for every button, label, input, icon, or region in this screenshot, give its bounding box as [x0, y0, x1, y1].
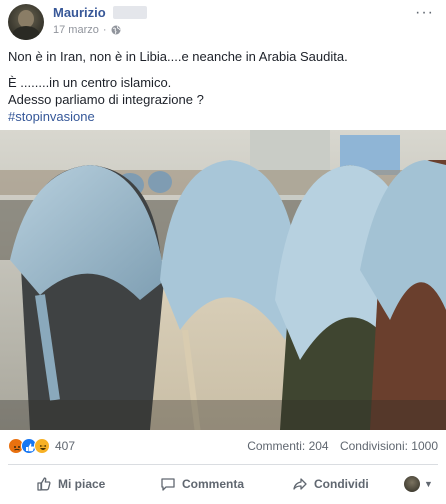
hashtag-link[interactable]: #stopinvasione: [8, 108, 438, 125]
post-date[interactable]: 17 marzo: [53, 24, 99, 36]
engagement-stats: Commenti: 204 Condivisioni: 1000: [247, 439, 438, 453]
post-header: Maurizio 17 marzo · ···: [0, 0, 446, 40]
author-name[interactable]: Maurizio: [53, 5, 106, 20]
post-meta: 17 marzo ·: [53, 24, 121, 36]
comments-count[interactable]: Commenti: 204: [247, 439, 328, 453]
author-avatar[interactable]: [8, 4, 44, 40]
facebook-post: Maurizio 17 marzo · ··· Non è in Iran, n…: [0, 0, 446, 504]
post-text: Non è in Iran, non è in Libia....e neanc…: [8, 48, 438, 125]
actions-divider: [8, 464, 438, 465]
globe-icon[interactable]: [111, 25, 121, 35]
meta-separator: ·: [102, 24, 107, 36]
reactions-count: 407: [55, 439, 76, 453]
post-line-1: Non è in Iran, non è in Libia....e neanc…: [8, 49, 348, 64]
post-line-2: È ........in un centro islamico.: [8, 75, 172, 90]
shares-count[interactable]: Condivisioni: 1000: [340, 439, 438, 453]
comment-label: Commenta: [182, 477, 245, 491]
speech-bubble-icon: [161, 478, 175, 491]
share-arrow-icon: [293, 478, 307, 490]
photo-women-in-burqas: [0, 130, 446, 430]
share-as-selector[interactable]: ▼: [404, 476, 433, 492]
like-button[interactable]: Mi piace: [36, 466, 105, 502]
comment-button[interactable]: Commenta: [160, 466, 244, 502]
haha-reaction-icon: [34, 438, 50, 454]
more-options-icon[interactable]: ···: [415, 4, 434, 22]
author-surname-redacted: [113, 6, 147, 19]
post-line-3: Adesso parliamo di integrazione ?: [8, 92, 204, 107]
post-photo[interactable]: [0, 130, 446, 430]
profile-mini-avatar: [404, 476, 420, 492]
reactions-summary[interactable]: 407: [8, 437, 75, 455]
thumbs-up-icon: [37, 477, 51, 491]
share-button[interactable]: Condividi: [292, 466, 369, 502]
post-actions: Mi piace Commenta Condividi ▼: [0, 466, 446, 502]
chevron-down-icon: ▼: [424, 479, 433, 489]
share-label: Condividi: [314, 477, 369, 491]
like-label: Mi piace: [58, 477, 106, 491]
avatar-body: [12, 26, 40, 40]
